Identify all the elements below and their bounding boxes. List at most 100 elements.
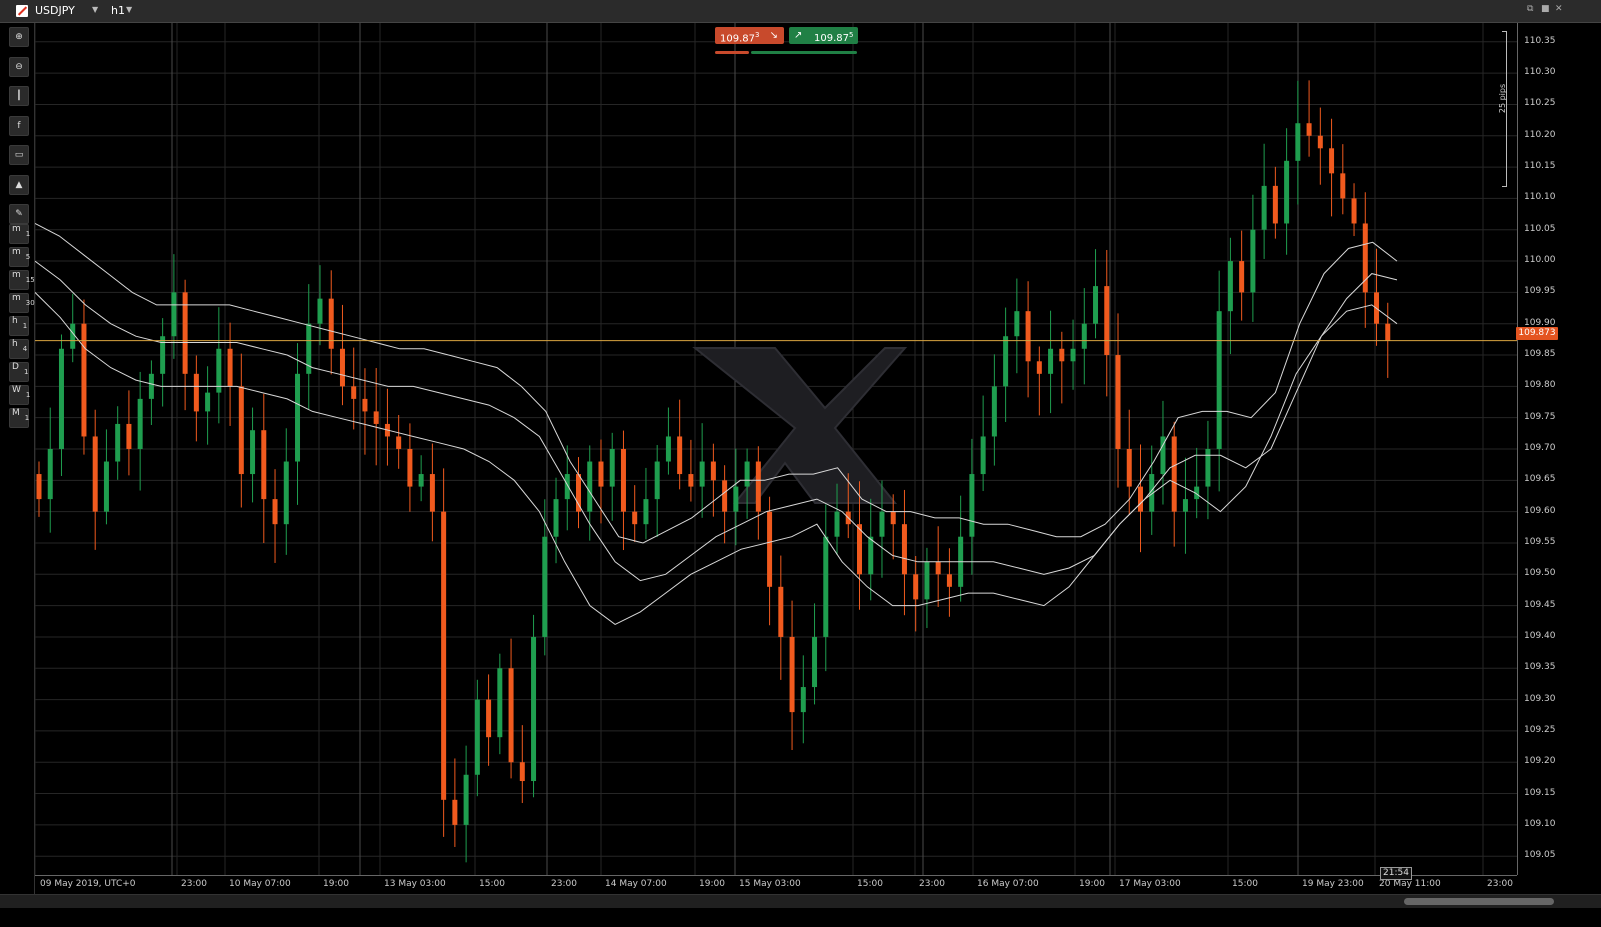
timeframe-h4-button[interactable]: h4	[9, 339, 29, 359]
time-tick-label: 23:00	[919, 879, 945, 889]
price-tick-label: 110.15	[1524, 161, 1556, 172]
timeframe-m1-button[interactable]: m1	[9, 224, 30, 244]
candle-body	[946, 574, 952, 587]
zoom-out-icon[interactable]: ⊖	[9, 56, 29, 77]
price-tick-label: 110.05	[1524, 223, 1556, 234]
indicators-icon[interactable]: ✎	[9, 204, 29, 224]
timeframe-m15-button[interactable]: m 15	[9, 270, 35, 290]
candle-body	[531, 636, 537, 782]
candle-body	[1126, 449, 1132, 487]
timeframe-h1-button[interactable]: h1	[9, 316, 29, 336]
band-upper	[35, 223, 1398, 544]
candle-body	[126, 423, 132, 449]
sell-price: 109.87	[720, 33, 755, 45]
candle-body	[227, 348, 233, 387]
candle-body	[1048, 348, 1054, 374]
time-tick-label: 13 May 03:00	[384, 879, 446, 889]
candle-body	[238, 386, 244, 475]
candle-body	[991, 386, 997, 437]
price-tick-label: 109.60	[1524, 505, 1556, 516]
candle-body	[722, 480, 728, 512]
timeframe-W1-button[interactable]: W1	[9, 385, 30, 405]
timeframe-m5-button[interactable]: m5	[9, 247, 30, 267]
candle-body	[924, 561, 930, 600]
maximize-icon[interactable]: ■	[1541, 4, 1550, 14]
price-axis[interactable]: 110.35 110.30 110.25 110.20 110.15 110.10 110.…	[1517, 23, 1568, 875]
price-tick-label: 109.50	[1524, 568, 1556, 579]
candle-body	[148, 373, 154, 399]
buy-volume-bar	[751, 51, 857, 54]
link-icon[interactable]: ▭	[9, 145, 29, 165]
candle-body	[317, 298, 323, 324]
candle-body	[980, 436, 986, 475]
candle-body	[890, 511, 896, 525]
timeframe-m30-button[interactable]: m 30	[9, 293, 35, 313]
candle-body	[1227, 261, 1233, 312]
pips-label: 25 pips	[1498, 83, 1508, 114]
price-tick-label: 110.35	[1524, 35, 1556, 46]
candle-body	[935, 561, 941, 575]
candle-body	[576, 474, 582, 512]
candle-body	[744, 461, 750, 487]
price-tick-label: 109.55	[1524, 536, 1556, 547]
fb-share-icon[interactable]: f	[9, 115, 29, 136]
timeframe-M1-button[interactable]: M1	[9, 408, 29, 428]
candle-body	[856, 524, 862, 575]
candle-body	[36, 474, 42, 500]
candle-body	[1216, 311, 1222, 449]
chevron-down-icon[interactable]: ▼	[92, 5, 98, 14]
candle-body	[812, 636, 818, 688]
symbol-selector[interactable]: USDJPY	[35, 4, 75, 17]
candle-body	[429, 474, 435, 512]
price-tick-label: 109.85	[1524, 349, 1556, 360]
price-tick-label: 109.15	[1524, 787, 1556, 798]
close-icon[interactable]: ✕	[1555, 4, 1563, 14]
candle-body	[1239, 261, 1245, 293]
candle-body	[47, 449, 53, 500]
candle-body	[1317, 135, 1323, 149]
candle-body	[250, 430, 256, 475]
candle-body	[1284, 160, 1290, 224]
candle-body	[643, 499, 649, 525]
candle-body	[834, 511, 840, 537]
candle-body	[598, 461, 604, 487]
candle-body	[1081, 323, 1087, 349]
candle-body	[1070, 348, 1076, 362]
candle-body	[1036, 361, 1042, 374]
chevron-down-icon[interactable]: ▼	[126, 5, 132, 14]
candle-body	[137, 398, 143, 449]
detach-icon[interactable]: ⧉	[1527, 4, 1533, 14]
time-tick-label: 23:00	[181, 879, 207, 889]
candle-body	[1351, 198, 1357, 224]
candle-body	[418, 474, 424, 487]
candle-body	[800, 687, 806, 713]
candle-body	[351, 386, 357, 399]
candle-body	[913, 574, 919, 600]
chart-style-icon[interactable]: ▲	[9, 174, 29, 195]
time-tick-label: 15:00	[479, 879, 505, 889]
timeframe-selector[interactable]: h1	[111, 4, 125, 17]
candles-icon[interactable]: ┃	[9, 86, 29, 106]
price-tick-label: 109.65	[1524, 474, 1556, 485]
sell-button[interactable]: 109.873 ↘	[715, 27, 784, 44]
time-tick-label: 15:00	[1232, 879, 1258, 889]
price-chart[interactable]	[35, 23, 1517, 875]
price-tick-label: 109.40	[1524, 630, 1556, 641]
buy-button[interactable]: ↗ 109.875	[789, 27, 858, 44]
candle-body	[969, 474, 975, 537]
candle-body	[1003, 336, 1009, 387]
price-tick-label: 109.05	[1524, 850, 1556, 861]
time-axis[interactable]: 09 May 2019, UTC+0 23:00 10 May 07:00 19:00…	[35, 875, 1517, 894]
chart-scrollbar[interactable]	[0, 894, 1601, 908]
time-tick-label: 15:00	[857, 879, 883, 889]
app-logo-icon	[16, 5, 28, 17]
candle-body	[542, 536, 548, 637]
candle-body	[339, 348, 345, 387]
price-tick-label: 109.80	[1524, 380, 1556, 391]
price-tick-label: 110.20	[1524, 129, 1556, 140]
scrollbar-thumb[interactable]	[1404, 898, 1554, 905]
candle-body	[901, 524, 907, 575]
timeframe-D1-button[interactable]: D1	[9, 362, 29, 382]
zoom-in-icon[interactable]: ⊕	[9, 27, 29, 47]
candle-body	[1250, 229, 1256, 293]
